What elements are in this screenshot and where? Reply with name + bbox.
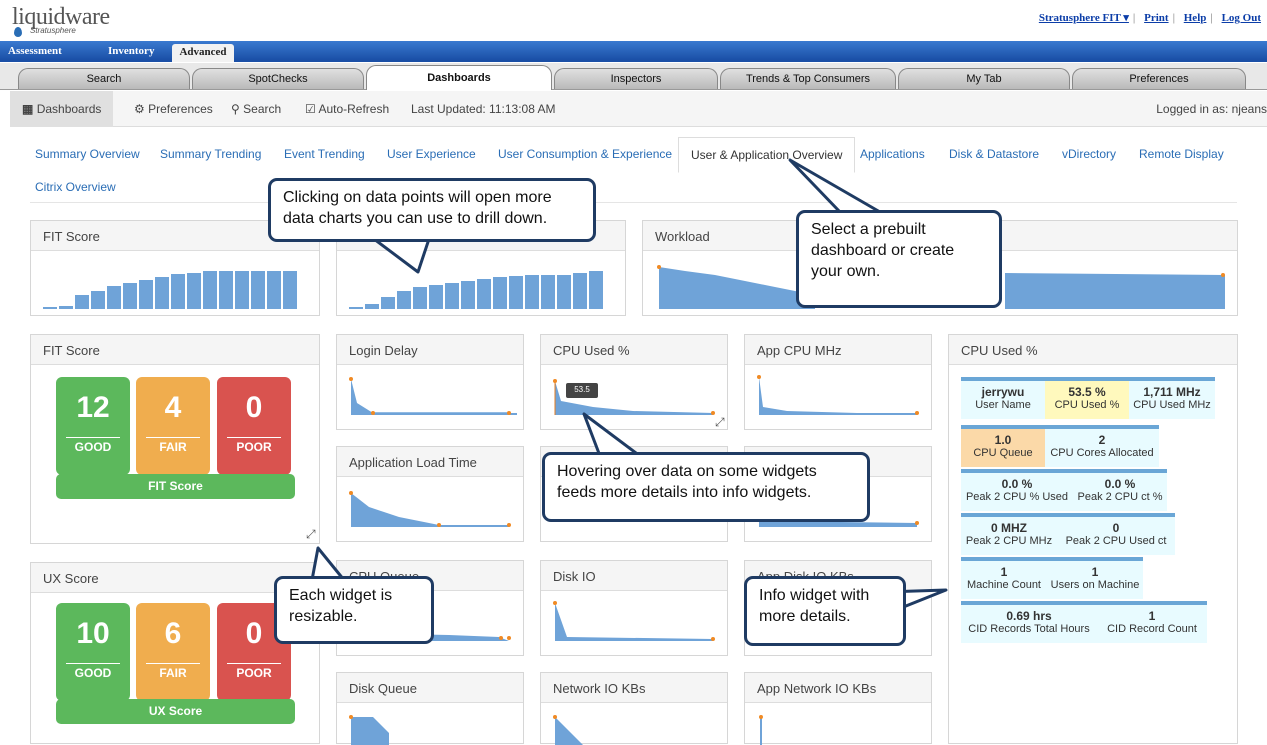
callout-drill-down: Clicking on data points will open more d… (268, 178, 596, 242)
prebuilt-pointer (788, 158, 882, 214)
callout-pointers (310, 158, 948, 616)
callout-hover: Hovering over data on some widgets feeds… (542, 452, 870, 522)
callout-resize: Each widget is resizable. (274, 576, 434, 644)
callout-prebuilt: Select a prebuilt dashboard or create yo… (796, 210, 1002, 308)
callout-info-widget: Info widget with more details. (744, 576, 906, 646)
hover-pointer (582, 412, 642, 458)
